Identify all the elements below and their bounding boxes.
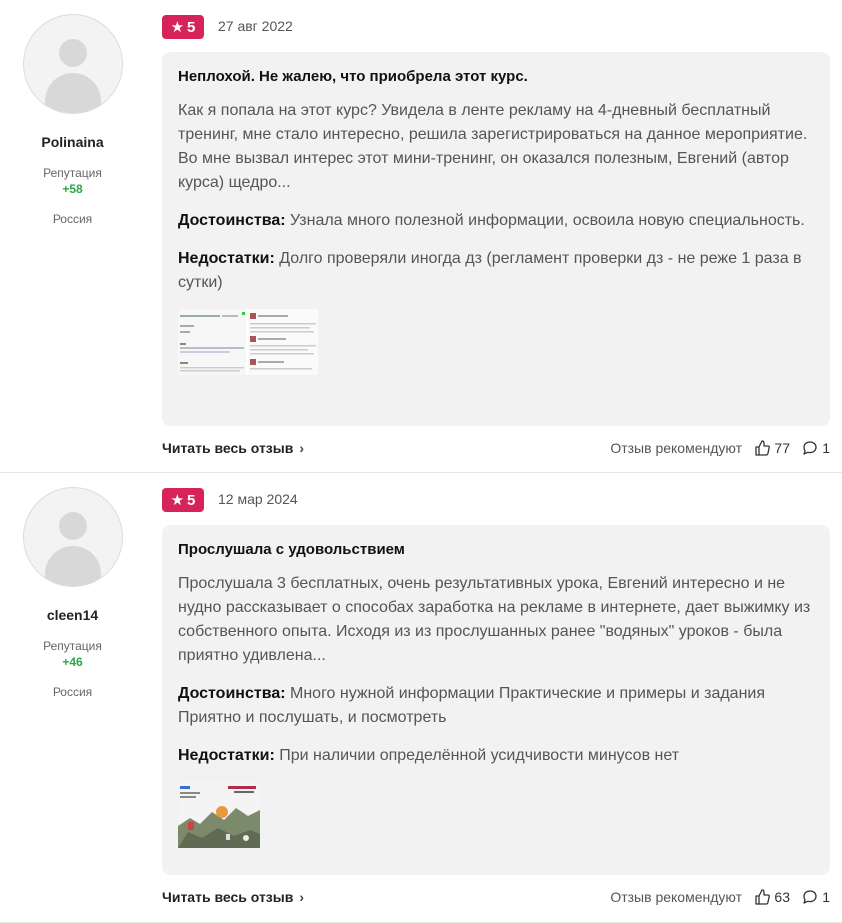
avatar[interactable] — [22, 14, 123, 114]
review-footer: Читать весь отзыв › Отзыв рекомендуют 77… — [162, 426, 830, 472]
rating-badge: ★ 5 — [162, 488, 204, 512]
rating-badge: ★ 5 — [162, 15, 204, 39]
cons-label: Недостатки: — [178, 747, 275, 764]
review-main: ★ 5 27 авг 2022 Неплохой. Не жалею, что … — [162, 0, 830, 472]
reputation-value: +46 — [62, 655, 83, 669]
review-main: ★ 5 12 мар 2024 Прослушала с удовольстви… — [162, 473, 830, 921]
review-body: Прослушала с удовольствием Прослушала 3 … — [162, 525, 830, 875]
author-panel: Polinaina Репутация +58 Россия — [0, 0, 145, 226]
read-full-review-label: Читать весь отзыв — [162, 889, 294, 905]
rating-value: 5 — [187, 491, 196, 509]
review-text: Как я попала на этот курс? Увидела в лен… — [178, 102, 808, 191]
country: Россия — [52, 685, 93, 699]
like-button[interactable]: 77 — [754, 440, 790, 456]
read-full-review-link[interactable]: Читать весь отзыв › — [162, 440, 304, 456]
pros-label: Достоинства: — [178, 685, 286, 702]
likes-count: 77 — [774, 440, 790, 456]
reputation-label: Репутация — [43, 166, 102, 180]
pros-text: Узнала много полезной информации, освоил… — [290, 212, 805, 229]
username[interactable]: cleen14 — [0, 607, 145, 623]
like-button[interactable]: 63 — [754, 889, 790, 905]
comments-count: 1 — [822, 889, 830, 905]
chevron-right-icon: › — [299, 440, 304, 456]
username[interactable]: Polinaina — [0, 134, 145, 150]
comment-icon — [803, 441, 817, 455]
review-image-thumbnail[interactable] — [178, 782, 814, 848]
reputation-value: +58 — [62, 182, 83, 196]
star-icon: ★ — [170, 491, 185, 509]
chevron-right-icon: › — [299, 889, 304, 905]
comments-button[interactable]: 1 — [802, 889, 830, 905]
rating-value: 5 — [187, 18, 196, 36]
country: Россия — [52, 212, 93, 226]
reputation-label: Репутация — [43, 639, 102, 653]
review-pros: Достоинства: Много нужной информации Пра… — [178, 682, 814, 730]
comments-button[interactable]: 1 — [802, 440, 830, 456]
read-full-review-label: Читать весь отзыв — [162, 440, 294, 456]
review-title[interactable]: Неплохой. Не жалею, что приобрела этот к… — [178, 68, 814, 85]
review-pros: Достоинства: Узнала много полезной инфор… — [178, 209, 814, 233]
review-card: cleen14 Репутация +46 Россия ★ 5 12 мар … — [0, 473, 842, 923]
review-date: 12 мар 2024 — [218, 491, 298, 507]
avatar-placeholder-icon — [58, 39, 87, 67]
review-image-thumbnail[interactable] — [178, 309, 814, 375]
author-panel: cleen14 Репутация +46 Россия — [0, 473, 145, 699]
star-icon: ★ — [170, 18, 185, 36]
pros-label: Достоинства: — [178, 212, 286, 229]
review-text: Прослушала 3 бесплатных, очень результат… — [178, 575, 811, 664]
read-full-review-link[interactable]: Читать весь отзыв › — [162, 889, 304, 905]
review-date: 27 авг 2022 — [218, 18, 293, 34]
thumbs-up-icon — [755, 440, 771, 456]
cons-label: Недостатки: — [178, 250, 275, 267]
comment-icon — [803, 890, 817, 904]
likes-count: 63 — [774, 889, 790, 905]
review-cons: Недостатки: При наличии определённой уси… — [178, 744, 814, 768]
comments-count: 1 — [822, 440, 830, 456]
avatar-placeholder-icon — [58, 512, 87, 540]
review-body: Неплохой. Не жалею, что приобрела этот к… — [162, 52, 830, 426]
review-title[interactable]: Прослушала с удовольствием — [178, 541, 814, 558]
review-footer: Читать весь отзыв › Отзыв рекомендуют 63… — [162, 875, 830, 921]
thumbs-up-icon — [755, 889, 771, 905]
recommend-label: Отзыв рекомендуют — [610, 440, 742, 456]
recommend-label: Отзыв рекомендуют — [610, 889, 742, 905]
review-cons: Недостатки: Долго проверяли иногда дз (р… — [178, 247, 814, 295]
avatar[interactable] — [22, 487, 123, 587]
cons-text: При наличии определённой усидчивости мин… — [279, 747, 680, 764]
review-card: Polinaina Репутация +58 Россия ★ 5 27 ав… — [0, 0, 842, 473]
